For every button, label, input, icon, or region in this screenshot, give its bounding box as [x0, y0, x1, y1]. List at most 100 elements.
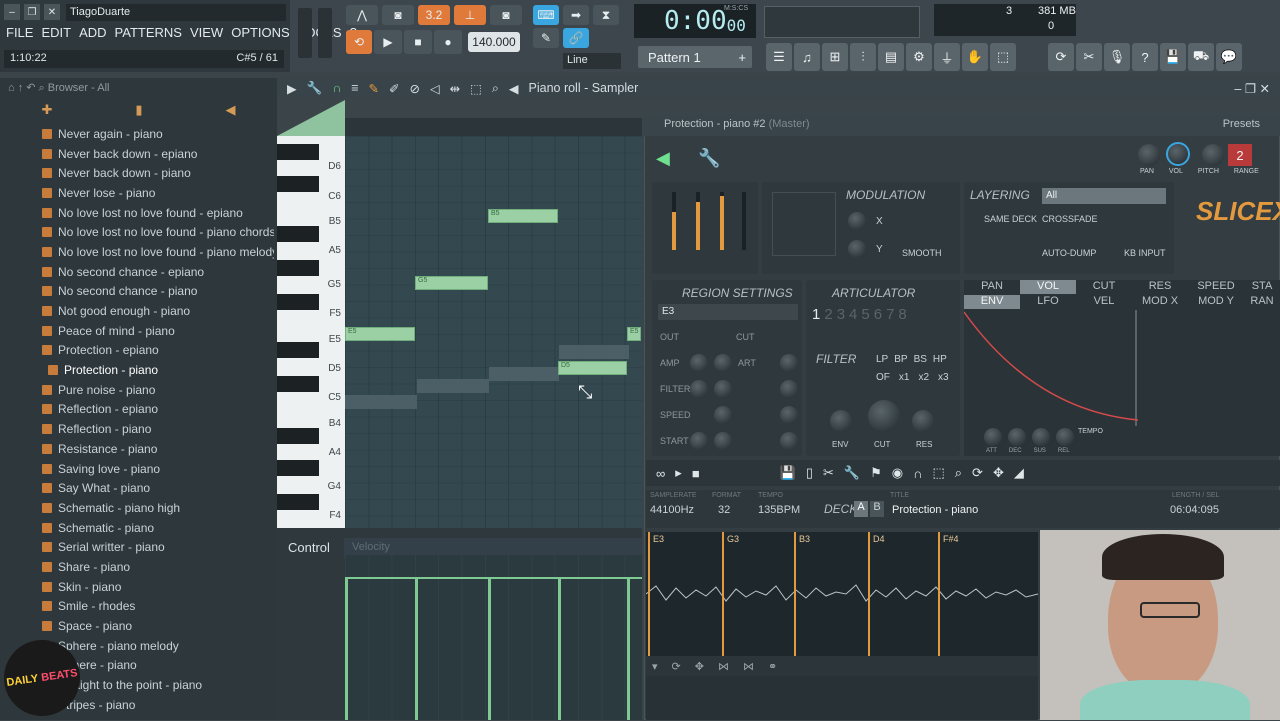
- snap-select[interactable]: Line: [563, 53, 621, 69]
- menu-edit[interactable]: EDIT: [41, 25, 71, 40]
- wrench-icon[interactable]: 🔧: [698, 148, 720, 169]
- velocity-bar[interactable]: [415, 577, 418, 720]
- play-icon[interactable]: ▸: [675, 465, 682, 481]
- tab-lfo[interactable]: LFO: [1020, 295, 1076, 309]
- menu-icon[interactable]: ≡: [351, 81, 358, 95]
- channel-rack-icon[interactable]: ⊞: [822, 43, 848, 71]
- filter-lp[interactable]: LP: [876, 354, 888, 365]
- browser-item[interactable]: Reflection - piano: [42, 419, 274, 439]
- browser-item[interactable]: Never lose - piano: [42, 183, 274, 203]
- tab-env[interactable]: ENV: [964, 295, 1020, 309]
- tempo-toggle[interactable]: TEMPO: [1078, 428, 1103, 435]
- play-arrow-icon[interactable]: ▶: [287, 81, 297, 96]
- browser-item[interactable]: No love lost no love found - piano melod…: [42, 242, 274, 262]
- countdown-button[interactable]: 3.2: [418, 5, 450, 25]
- tab-mod-x[interactable]: MOD X: [1132, 295, 1188, 309]
- deck-a-button[interactable]: A: [854, 501, 868, 517]
- pitch-knob[interactable]: [1202, 144, 1224, 166]
- ramp-icon[interactable]: ◢: [1014, 465, 1024, 481]
- delete-icon[interactable]: ⊘: [409, 81, 419, 96]
- move-icon[interactable]: ✥: [695, 660, 704, 673]
- zoom-icon[interactable]: ⌕: [492, 81, 499, 96]
- start-knob-2[interactable]: [714, 432, 732, 450]
- start-knob[interactable]: [690, 432, 708, 450]
- browser-item[interactable]: Sphere - piano melody: [42, 636, 274, 656]
- slice-marker[interactable]: [648, 532, 650, 656]
- piano-roll-tool-corner[interactable]: [277, 100, 345, 136]
- select-icon[interactable]: ⬚: [470, 81, 482, 96]
- magnet-icon[interactable]: ∩: [332, 81, 341, 95]
- art-5[interactable]: 5: [861, 306, 869, 323]
- volume-knob[interactable]: [1166, 142, 1190, 166]
- velocity-bar[interactable]: [488, 577, 491, 720]
- slice-marker[interactable]: [938, 532, 940, 656]
- project-icon[interactable]: ▤: [878, 43, 904, 71]
- browser-item[interactable]: No second chance - epiano: [42, 262, 274, 282]
- step-edit-button[interactable]: ⊥: [454, 5, 486, 25]
- auto-dump-toggle[interactable]: AUTO-DUMP: [1042, 248, 1096, 258]
- xy-pad[interactable]: [772, 192, 836, 256]
- menu-view[interactable]: VIEW: [190, 25, 223, 40]
- art-4[interactable]: 4: [849, 306, 857, 323]
- browser-item[interactable]: Saving love - piano: [42, 459, 274, 479]
- brush-icon[interactable]: ✐: [389, 81, 399, 96]
- browser-item[interactable]: Schematic - piano: [42, 518, 274, 538]
- sus-knob[interactable]: [1032, 428, 1050, 446]
- piano-roll-icon[interactable]: ♫: [794, 43, 820, 71]
- add-pattern-icon[interactable]: +: [738, 50, 746, 65]
- wrench-icon[interactable]: 🔧: [307, 81, 323, 96]
- scissors-icon[interactable]: ✂: [1076, 43, 1102, 71]
- menu-file[interactable]: FILE: [6, 25, 33, 40]
- velocity-bar[interactable]: [558, 577, 561, 720]
- black-key[interactable]: [277, 176, 319, 192]
- cut-knob[interactable]: [868, 400, 900, 432]
- black-key[interactable]: [277, 494, 319, 510]
- waveform-view[interactable]: E3 G3 B3 D4 F#4: [646, 532, 1038, 656]
- menu-patterns[interactable]: PATTERNS: [115, 25, 182, 40]
- refresh-icon[interactable]: ⟳: [1048, 43, 1074, 71]
- new-icon[interactable]: ▯: [806, 465, 813, 481]
- velocity-bar[interactable]: [627, 577, 630, 720]
- black-key[interactable]: [277, 294, 319, 310]
- tab-res[interactable]: RES: [1132, 280, 1188, 294]
- move-icon[interactable]: ✥: [993, 465, 1004, 481]
- filter-x3[interactable]: x3: [938, 372, 949, 383]
- black-key[interactable]: [277, 342, 319, 358]
- wrench-icon[interactable]: 🔧: [844, 465, 860, 481]
- microphone-icon[interactable]: 🎙: [1104, 43, 1130, 71]
- browser-speaker-icon[interactable]: ◀: [225, 102, 235, 118]
- record-button[interactable]: ●: [434, 30, 462, 54]
- note-b5[interactable]: B5: [488, 209, 558, 223]
- browser-item[interactable]: Protection - piano: [36, 360, 274, 380]
- piano-roll-window-controls[interactable]: – ❐ ✕: [1234, 81, 1270, 96]
- tab-cut[interactable]: CUT: [1076, 280, 1132, 294]
- time-ruler[interactable]: [345, 118, 642, 136]
- filter-of[interactable]: OF: [876, 372, 890, 383]
- save-icon[interactable]: 💾: [780, 465, 796, 481]
- menu-add[interactable]: ADD: [79, 25, 106, 40]
- split-icon[interactable]: ⋈: [718, 660, 729, 673]
- help-icon[interactable]: ?: [1132, 43, 1158, 71]
- save-icon[interactable]: 💾: [1160, 43, 1186, 71]
- link-icon[interactable]: 🔗: [563, 28, 589, 48]
- cart-icon[interactable]: ⛟: [1188, 43, 1214, 71]
- res-knob[interactable]: [912, 410, 934, 432]
- master-pitch-slider[interactable]: [318, 8, 332, 58]
- velocity-bar[interactable]: [345, 577, 348, 720]
- start-art-knob[interactable]: [780, 432, 798, 450]
- browser-item[interactable]: No love lost no love found - piano chord…: [42, 222, 274, 242]
- browser-file-icon[interactable]: ▮: [135, 102, 142, 118]
- scrollbar-area[interactable]: [646, 676, 1038, 720]
- filter-x1[interactable]: x1: [899, 372, 910, 383]
- note-e5[interactable]: E5: [345, 327, 415, 341]
- filter-knob[interactable]: [690, 380, 708, 398]
- tab-speed[interactable]: SPEED: [1188, 280, 1244, 294]
- filter-bs[interactable]: BS: [914, 354, 927, 365]
- merge-icon[interactable]: ⋈: [743, 660, 754, 673]
- env-knob[interactable]: [830, 410, 852, 432]
- region-select[interactable]: E3: [658, 304, 798, 320]
- playlist-icon[interactable]: ☰: [766, 43, 792, 71]
- chevron-down-icon[interactable]: ▾: [652, 660, 658, 673]
- pan-knob[interactable]: [1138, 144, 1160, 166]
- black-key[interactable]: [277, 376, 319, 392]
